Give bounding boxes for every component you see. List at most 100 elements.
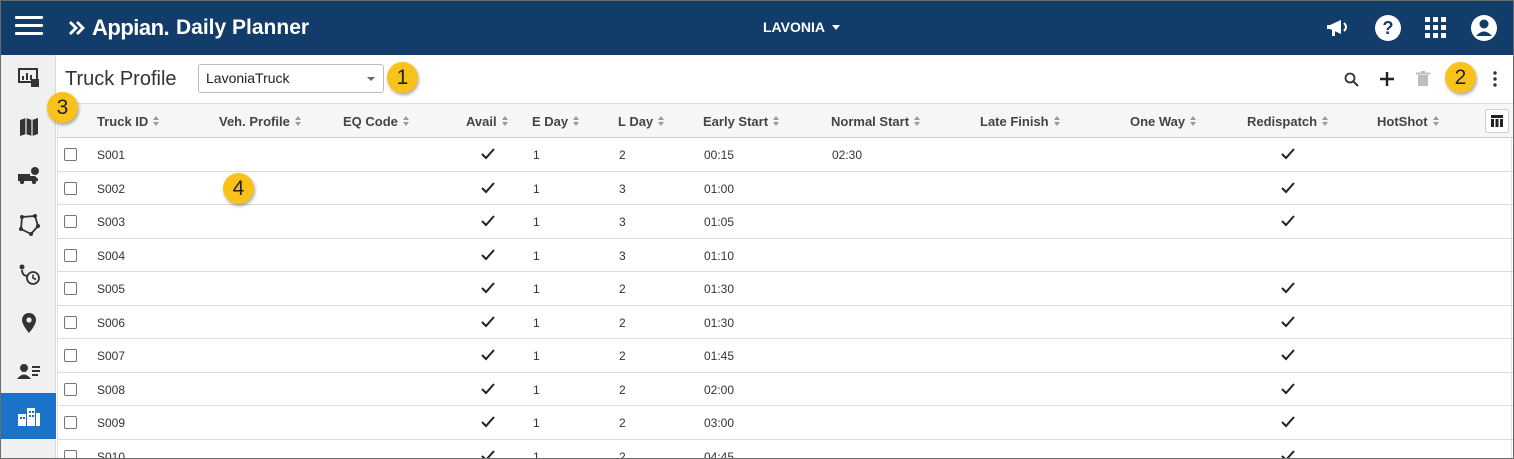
row-checkbox[interactable]	[64, 248, 77, 262]
truck-profile-dropdown[interactable]: LavoniaTruck	[198, 64, 384, 93]
page-title: Truck Profile	[65, 68, 177, 90]
table-row[interactable]: S007 1 2 01:45	[58, 339, 1513, 373]
site-name: LAVONIA	[763, 19, 825, 35]
site-selector[interactable]: LAVONIA	[763, 19, 840, 35]
column-header-early-start[interactable]: Early Start	[703, 114, 780, 129]
appian-logo-icon	[69, 21, 85, 35]
cell-l-day: 3	[619, 215, 626, 229]
avail-check-icon	[481, 248, 495, 260]
cell-early-start: 02:00	[704, 382, 735, 397]
row-checkbox[interactable]	[64, 349, 77, 362]
row-checkbox[interactable]	[64, 315, 77, 329]
sort-icon	[294, 116, 302, 127]
column-header-normal-start[interactable]: Normal Start	[831, 114, 921, 129]
table-row[interactable]: S010 1 2 04:45	[58, 440, 1513, 459]
row-checkbox[interactable]	[64, 382, 77, 396]
redispatch-check-icon	[1281, 281, 1295, 294]
redispatch-check-icon	[1281, 147, 1295, 160]
location-pin-icon	[21, 313, 36, 333]
megaphone-icon[interactable]	[1325, 13, 1355, 43]
table-row[interactable]: S009 1 2 03:00	[58, 406, 1513, 440]
avail-check-icon	[481, 449, 495, 458]
truck-profile-value: LavoniaTruck	[206, 70, 290, 86]
column-header-avail[interactable]: Avail	[466, 114, 509, 129]
row-checkbox[interactable]	[64, 416, 77, 429]
column-header-label: Normal Start	[831, 114, 910, 129]
nav-dashboard[interactable]	[1, 55, 56, 101]
table-row[interactable]: S006 1 2 01:30	[58, 306, 1513, 339]
table-row[interactable]: S003 1 3 01:05	[58, 205, 1513, 239]
cell-early-start: 01:30	[704, 282, 735, 296]
column-header-l-day[interactable]: L Day	[618, 114, 665, 129]
cell-truck-id: S009	[97, 416, 126, 430]
column-layout-icon[interactable]	[1485, 109, 1509, 133]
app-frame: Appian. Daily Planner LAVONIA ? Truck Pr…	[0, 0, 1514, 459]
help-icon[interactable]: ?	[1373, 13, 1403, 43]
column-header-hotshot[interactable]: HotShot	[1377, 114, 1440, 129]
row-checkbox[interactable]	[64, 215, 77, 228]
cell-truck-id: S005	[97, 282, 126, 296]
column-header-label: EQ Code	[343, 114, 398, 129]
cell-e-day: 1	[533, 315, 540, 330]
column-header-label: E Day	[532, 114, 569, 129]
column-header-eq-code[interactable]: EQ Code	[343, 114, 410, 129]
cell-e-day: 1	[533, 148, 540, 162]
table-row[interactable]: S005 1 2 01:30	[58, 272, 1513, 306]
column-header-veh-profile[interactable]: Veh. Profile	[219, 114, 302, 129]
appian-logo[interactable]: Appian.	[69, 15, 170, 41]
column-header-redispatch[interactable]: Redispatch	[1247, 114, 1329, 129]
search-icon[interactable]	[1341, 68, 1361, 90]
cell-early-start: 03:00	[704, 416, 735, 430]
left-nav	[1, 55, 56, 458]
nav-buildings[interactable]	[1, 393, 56, 439]
buildings-icon	[17, 408, 40, 426]
cell-early-start: 01:10	[704, 248, 735, 263]
avail-check-icon	[481, 181, 495, 193]
cell-l-day: 2	[619, 315, 626, 330]
cell-e-day: 1	[533, 382, 540, 397]
apps-grid-icon[interactable]	[1421, 13, 1451, 43]
nav-users[interactable]	[1, 349, 56, 395]
column-header-late-finish[interactable]: Late Finish	[980, 114, 1061, 129]
callout-badge: 3	[47, 92, 78, 123]
header-actions: ?	[1307, 13, 1499, 43]
row-checkbox[interactable]	[64, 181, 77, 195]
column-header-truck-id[interactable]: Truck ID	[97, 114, 160, 129]
cell-truck-id: S003	[97, 215, 126, 229]
cell-truck-id: S008	[97, 382, 126, 397]
account-icon[interactable]	[1469, 13, 1499, 43]
delete-icon[interactable]	[1413, 68, 1433, 90]
row-checkbox[interactable]	[64, 449, 77, 458]
redispatch-check-icon	[1281, 382, 1295, 394]
nav-trucks[interactable]	[1, 153, 56, 199]
more-vert-icon[interactable]	[1491, 68, 1499, 90]
nav-route-schedule[interactable]	[1, 251, 56, 297]
cell-l-day: 2	[619, 449, 626, 459]
table-row[interactable]: S008 1 2 02:00	[58, 373, 1513, 406]
column-header-one-way[interactable]: One Way	[1130, 114, 1197, 129]
table-row[interactable]: S004 1 3 01:10	[58, 239, 1513, 272]
grid-header: Truck ID Veh. Profile EQ Code Avail E Day L D…	[58, 103, 1513, 138]
cell-truck-id: S010	[97, 449, 126, 459]
redispatch-check-icon	[1281, 315, 1295, 327]
nav-locations[interactable]	[1, 300, 56, 346]
cell-truck-id: S006	[97, 315, 126, 330]
row-checkbox[interactable]	[64, 282, 77, 295]
column-header-label: Early Start	[703, 114, 769, 129]
table-row[interactable]: S002 1 3 01:00	[58, 172, 1513, 205]
row-checkbox[interactable]	[64, 148, 77, 161]
nav-territory[interactable]	[1, 202, 56, 248]
truck-profile-grid: Truck ID Veh. Profile EQ Code Avail E Day L D…	[57, 103, 1513, 459]
cell-early-start: 04:45	[704, 449, 735, 459]
redispatch-check-icon	[1281, 415, 1295, 428]
column-header-label: L Day	[618, 114, 654, 129]
column-header-e-day[interactable]: E Day	[532, 114, 580, 129]
column-header-label: Veh. Profile	[219, 114, 290, 129]
chevron-down-icon	[831, 24, 840, 30]
menu-icon[interactable]	[15, 16, 43, 40]
table-row[interactable]: S001 1 2 00:15 02:30	[58, 138, 1513, 172]
add-icon[interactable]	[1377, 68, 1397, 90]
route-schedule-icon	[19, 264, 40, 285]
column-header-label: Truck ID	[97, 114, 149, 129]
column-header-label: Late Finish	[980, 114, 1049, 129]
